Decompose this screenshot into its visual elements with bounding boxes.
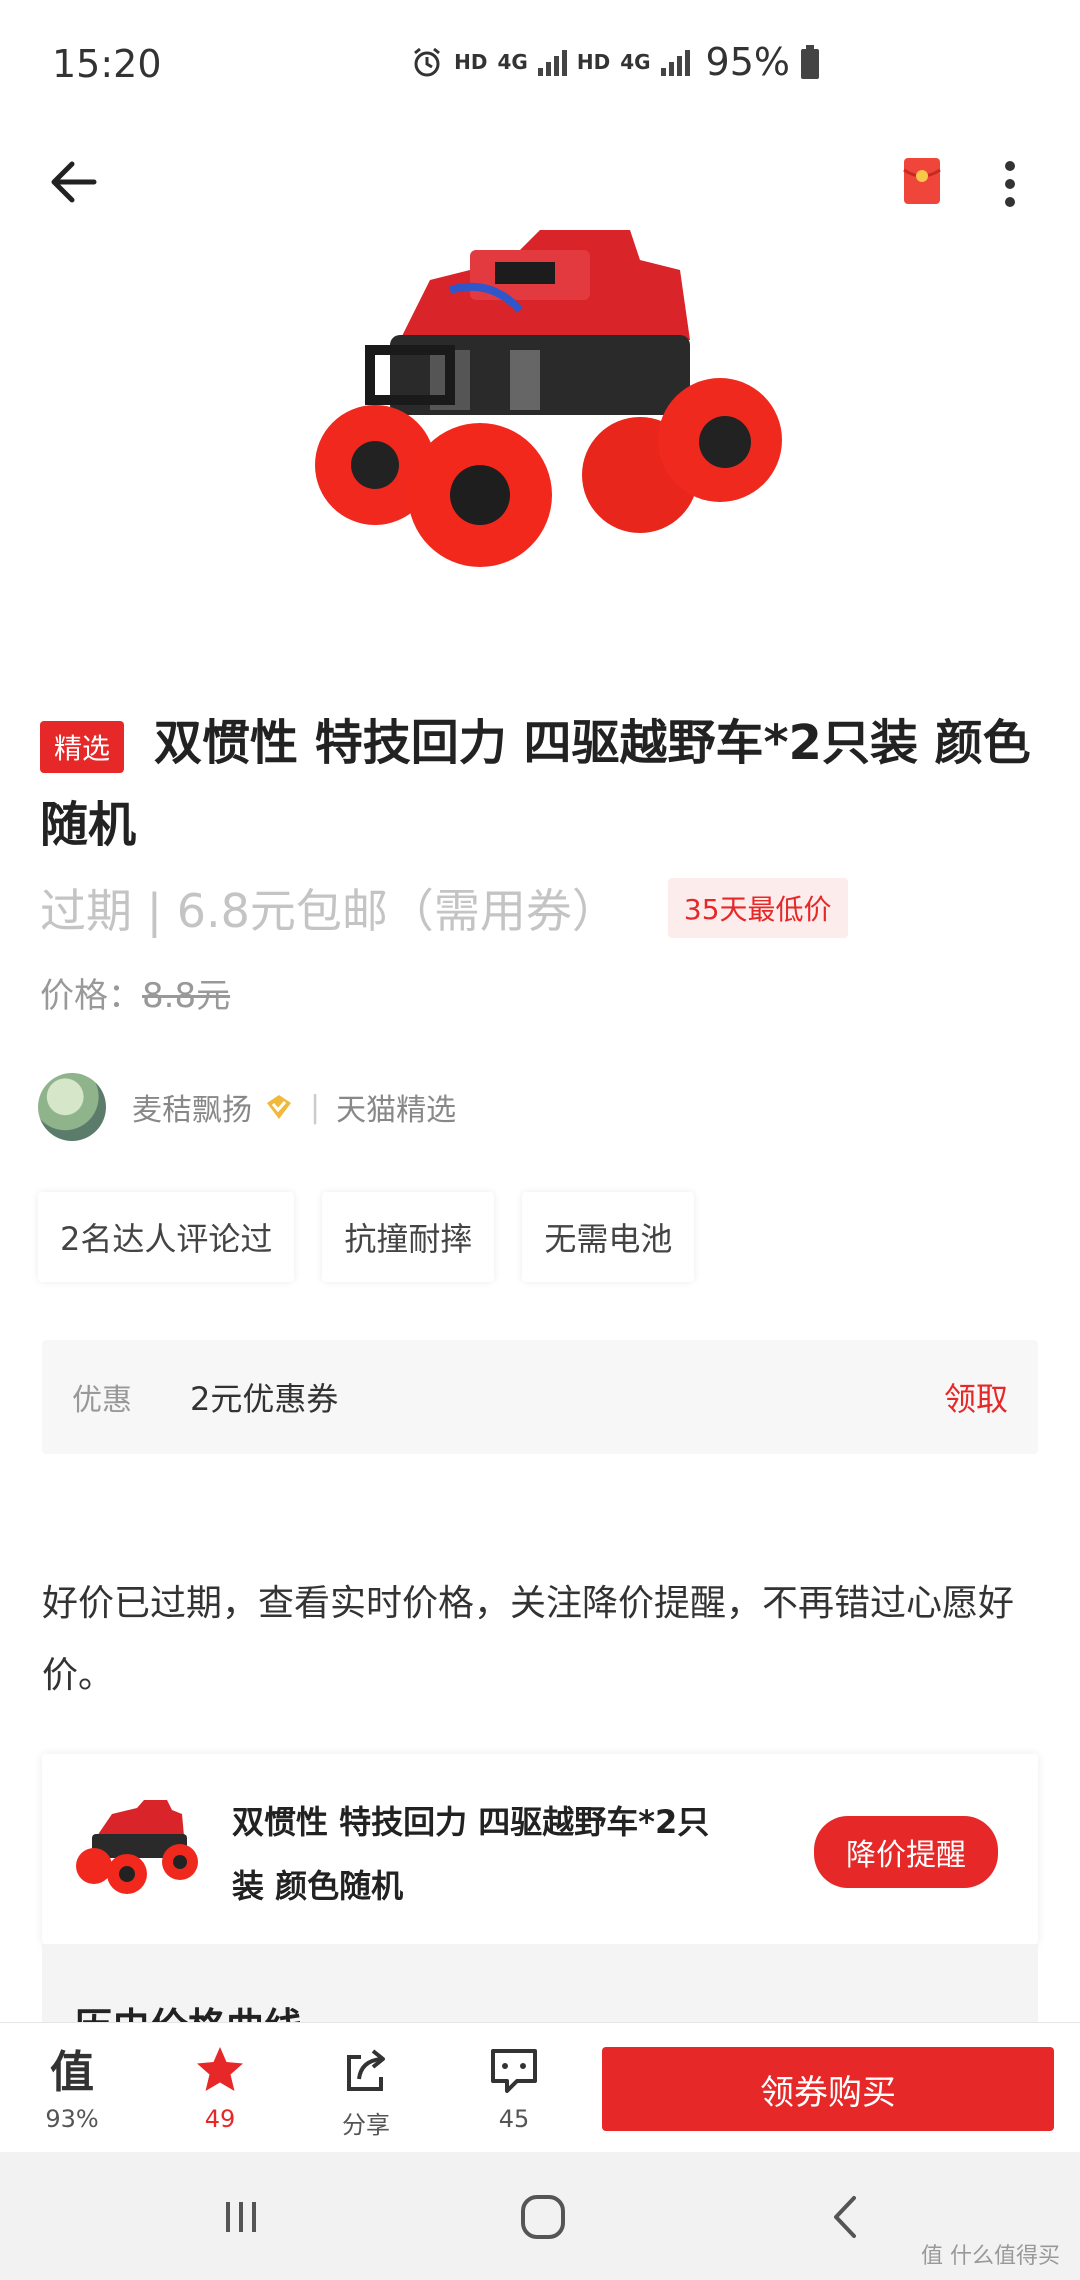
system-back-icon[interactable] [812,2182,882,2252]
coupon-value: 2元优惠券 [190,1380,339,1418]
worth-icon: 值 [50,2047,94,2097]
network-indicator-2: 4G [620,50,651,74]
buy-with-coupon-button[interactable]: 领券购买 [602,2047,1054,2131]
worth-button[interactable]: 值 93% [22,2043,122,2133]
star-icon [197,2047,243,2091]
author-row[interactable]: 麦秸飘扬 | 天猫精选 [38,1072,456,1142]
price-history-title: 历史价格曲线 [74,1996,302,2024]
signal-icon [537,48,567,76]
feature-tag[interactable]: 无需电池 [522,1192,695,1282]
alarm-icon [414,47,441,77]
original-price-value: 8.8元 [142,976,231,1016]
status-icons: HD 4G HD 4G 95% [410,40,820,84]
feature-tag[interactable]: 抗撞耐摔 [322,1192,495,1282]
worth-icon-char: 值 [50,2047,94,2097]
status-bar: 15:20 HD 4G HD 4G 95% [0,0,1080,130]
hd-indicator: HD [454,50,488,74]
battery-icon [801,45,819,79]
comment-button[interactable]: 45 [464,2043,564,2133]
share-label: 分享 [342,2111,390,2139]
red-packet-icon[interactable] [902,156,942,206]
avatar[interactable] [38,1073,106,1141]
hd-indicator-2: HD [576,50,611,74]
more-options-icon[interactable] [990,154,1030,214]
original-price-label: 价格： [40,976,142,1016]
signal-icon-2 [660,48,690,76]
favorite-button[interactable]: 49 [170,2043,270,2133]
coupon-row[interactable]: 优惠 2元优惠券 领取 [42,1340,1038,1454]
lowest-price-badge: 35天最低价 [667,878,848,938]
coupon-label: 优惠 [72,1383,132,1418]
verified-badge-icon [267,1095,291,1119]
status-time: 15:20 [52,42,162,86]
bottom-action-bar: 值 93% 49 分享 45 领券购买 [0,2022,1080,2152]
product-thumbnail[interactable] [72,1796,202,1896]
comment-icon [491,2049,537,2093]
product-card[interactable]: 双惯性 特技回力 四驱越野车*2只装 颜色随机 降价提醒 [42,1754,1038,1944]
price-history-section: 历史价格曲线 [42,1944,1038,2024]
original-price: 价格：8.8元 [40,968,230,1017]
favorite-count: 49 [204,2105,236,2133]
author-source[interactable]: 天猫精选 [336,1085,456,1129]
network-indicator: 4G [497,50,528,74]
card-product-title[interactable]: 双惯性 特技回力 四驱越野车*2只装 颜色随机 [232,1790,712,1918]
price-alert-button[interactable]: 降价提醒 [814,1816,998,1888]
featured-tag: 精选 [40,720,125,773]
home-icon[interactable] [508,2182,578,2252]
share-button[interactable]: 分享 [316,2043,416,2140]
worth-percent: 93% [45,2105,99,2133]
watermark: 值 什么值得买 [921,2244,1060,2269]
product-title: 双惯性 特技回力 四驱越野车*2只装 颜色随机 [40,715,1031,853]
price-line: 过期 | 6.8元包邮（需用券） 35天最低价 [40,875,848,941]
share-icon [347,2049,385,2091]
claim-coupon-link[interactable]: 领取 [944,1374,1008,1420]
recent-apps-icon[interactable] [206,2182,276,2252]
product-image[interactable] [280,220,800,580]
description-text: 好价已过期，查看实时价格，关注降价提醒，不再错过心愿好价。 [42,1583,1015,1696]
author-divider: | [310,1089,321,1125]
back-arrow-icon[interactable] [44,152,104,212]
product-title-block: 精选 双惯性 特技回力 四驱越野车*2只装 颜色随机 [40,702,1040,866]
author-name[interactable]: 麦秸飘扬 [132,1085,252,1129]
feature-tag[interactable]: 2名达人评论过 [38,1192,295,1282]
feature-tags: 2名达人评论过 抗撞耐摔 无需电池 [38,1192,695,1282]
deal-price: 过期 | 6.8元包邮（需用券） [40,884,618,938]
battery-percent: 95% [705,40,790,84]
comment-count: 45 [498,2105,530,2133]
system-navigation-bar: 值 什么值得买 [0,2152,1080,2280]
